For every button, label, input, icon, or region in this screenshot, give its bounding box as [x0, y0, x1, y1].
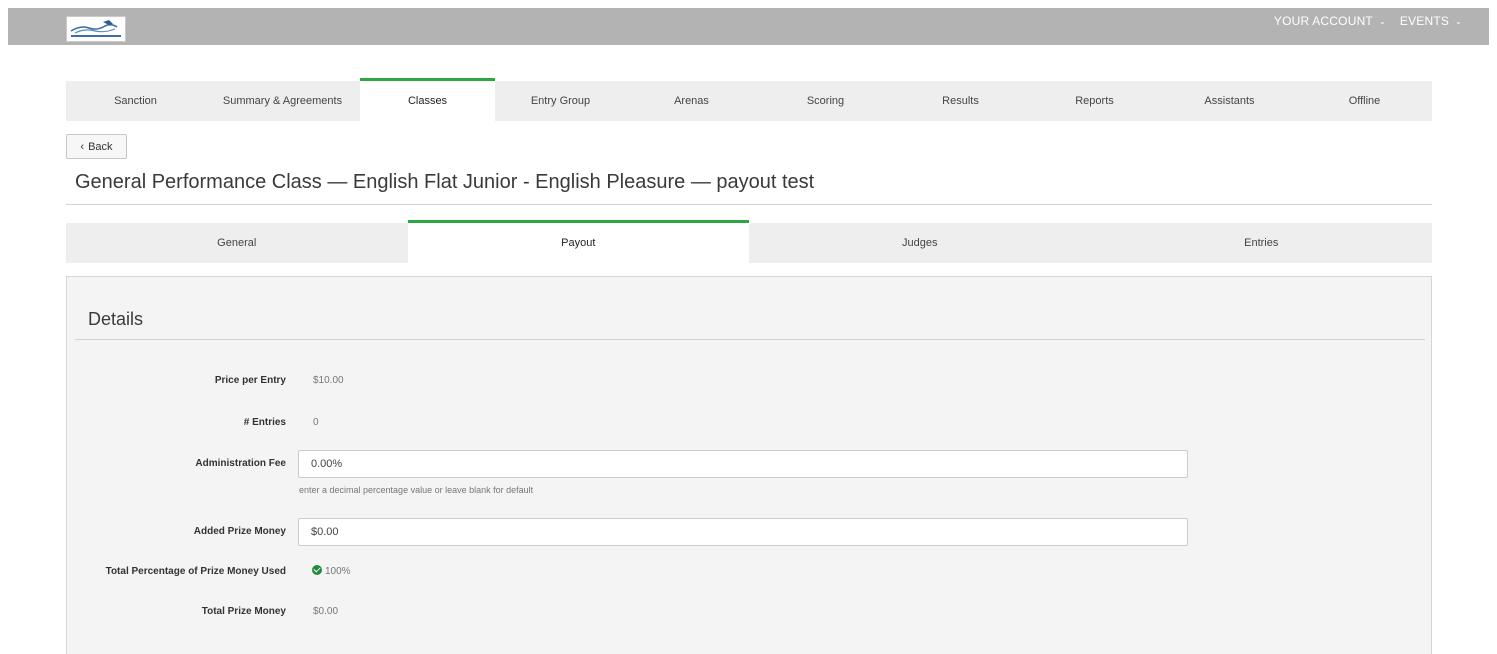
total-prize-money-value: $0.00	[313, 606, 339, 617]
top-bar: YOUR ACCOUNT ⌄ EVENTS ⌄	[8, 8, 1489, 45]
tab-label: Reports	[1075, 95, 1114, 107]
admin-fee-input[interactable]	[298, 450, 1188, 478]
horse-logo-icon	[70, 20, 121, 37]
your-account-label: YOUR ACCOUNT	[1273, 14, 1373, 28]
tab-sanction[interactable]: Sanction	[66, 81, 205, 121]
entries-count-label: # Entries	[243, 417, 286, 428]
added-prize-money-input[interactable]	[298, 518, 1188, 546]
tab-general[interactable]: General	[66, 223, 408, 263]
tab-label: Arenas	[674, 95, 709, 107]
entries-count-value: 0	[313, 417, 319, 428]
tab-label: Results	[942, 95, 979, 107]
events-label: EVENTS	[1399, 14, 1450, 28]
page-title: General Performance Class — English Flat…	[75, 171, 815, 193]
details-divider	[75, 339, 1425, 340]
chevron-left-icon: ‹	[80, 140, 85, 153]
tab-label: Summary & Agreements	[222, 95, 343, 107]
back-button-label: Back	[88, 140, 113, 153]
tab-scoring[interactable]: Scoring	[757, 81, 894, 121]
total-prize-money-label: Total Prize Money	[201, 606, 286, 617]
tab-label: Sanction	[114, 95, 157, 107]
tab-label: Entry Group	[530, 95, 591, 107]
details-panel: Details Price per Entry $10.00 # Entries…	[66, 276, 1432, 654]
total-percentage-value: 100%	[325, 566, 351, 577]
chevron-down-icon: ⌄	[1378, 16, 1386, 26]
tab-summary-agreements[interactable]: Summary & Agreements	[205, 81, 360, 121]
details-title: Details	[88, 309, 144, 329]
tab-arenas[interactable]: Arenas	[626, 81, 757, 121]
your-account-menu[interactable]: YOUR ACCOUNT ⌄	[1274, 14, 1386, 28]
top-nav: YOUR ACCOUNT ⌄ EVENTS ⌄	[1274, 8, 1462, 34]
tab-label: Assistants	[1204, 95, 1255, 107]
tab-label: Payout	[561, 237, 596, 249]
tab-label: Scoring	[806, 95, 845, 107]
tab-payout[interactable]: Payout	[407, 220, 749, 263]
tab-label: General	[217, 237, 257, 249]
total-percentage-value-wrap: 100%	[312, 565, 351, 577]
sub-tab-bar: General Payout Judges Entries	[66, 220, 1433, 263]
events-menu[interactable]: EVENTS ⌄	[1400, 14, 1462, 28]
price-per-entry-label: Price per Entry	[214, 375, 286, 386]
tab-judges[interactable]: Judges	[749, 223, 1091, 263]
main-tab-bar: Sanction Summary & Agreements Classes En…	[66, 78, 1432, 121]
tab-classes[interactable]: Classes	[360, 78, 495, 121]
title-divider	[66, 204, 1432, 205]
admin-fee-help: enter a decimal percentage value or leav…	[299, 485, 534, 495]
price-per-entry-value: $10.00	[313, 375, 344, 386]
tab-label: Judges	[902, 237, 938, 249]
tab-assistants[interactable]: Assistants	[1162, 81, 1297, 121]
site-logo[interactable]	[66, 16, 126, 42]
tab-results[interactable]: Results	[894, 81, 1027, 121]
added-prize-money-label: Added Prize Money	[193, 526, 286, 537]
admin-fee-label: Administration Fee	[195, 458, 286, 469]
check-circle-icon	[312, 565, 322, 575]
tab-reports[interactable]: Reports	[1027, 81, 1162, 121]
total-percentage-label: Total Percentage of Prize Money Used	[105, 566, 286, 577]
back-button[interactable]: ‹ Back	[66, 134, 127, 159]
tab-label: Offline	[1348, 95, 1381, 107]
tab-label: Entries	[1244, 237, 1279, 249]
tab-offline[interactable]: Offline	[1297, 81, 1432, 121]
tab-label: Classes	[407, 95, 448, 107]
tab-entry-group[interactable]: Entry Group	[495, 81, 626, 121]
tab-entries[interactable]: Entries	[1091, 223, 1433, 263]
chevron-down-icon: ⌄	[1455, 16, 1462, 26]
